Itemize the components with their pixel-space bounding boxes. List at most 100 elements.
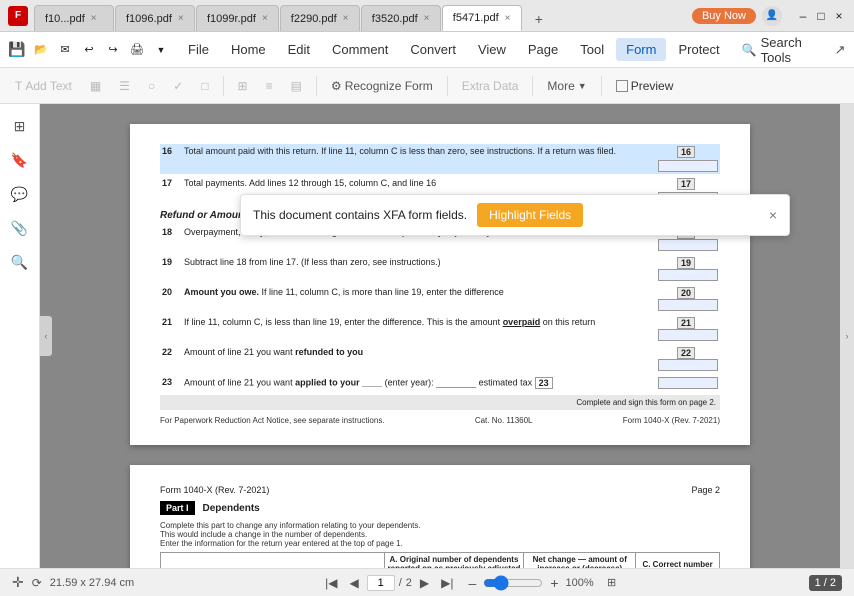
tab-close-f3520[interactable]: × bbox=[424, 13, 430, 24]
minimize-button[interactable]: – bbox=[796, 9, 810, 23]
circle-button[interactable]: ○ bbox=[141, 76, 162, 96]
first-page-button[interactable]: |◀ bbox=[321, 574, 341, 592]
sidebar-right[interactable]: › bbox=[840, 104, 854, 568]
menu-view[interactable]: View bbox=[468, 38, 516, 61]
tab-f1096[interactable]: f1096.pdf × bbox=[115, 5, 195, 31]
line-22-row: 22 Amount of line 21 you want refunded t… bbox=[160, 345, 720, 373]
search-tools-button[interactable]: 🔍 Search Tools bbox=[732, 31, 827, 69]
menu-protect[interactable]: Protect bbox=[668, 38, 729, 61]
last-page-button[interactable]: ▶| bbox=[437, 574, 457, 592]
extra-data-button[interactable]: Extra Data bbox=[455, 76, 526, 96]
paperwork-notice: For Paperwork Reduction Act Notice, see … bbox=[160, 416, 385, 425]
tab-f10pdf[interactable]: f10...pdf × bbox=[34, 5, 114, 31]
check-icon: ✓ bbox=[173, 79, 183, 93]
tab-close-f5471[interactable]: × bbox=[505, 13, 511, 24]
preview-checkbox-icon bbox=[616, 80, 628, 92]
dependents-changes-table: A. Original number of dependents reporte… bbox=[160, 552, 720, 568]
highlight-fields-button[interactable]: Highlight Fields bbox=[477, 203, 583, 227]
quick-access: 💾 📂 ✉ ↩ ↪ 🖨 ▼ bbox=[6, 39, 172, 61]
email-icon[interactable]: ✉ bbox=[54, 39, 76, 61]
dropdown-icon[interactable]: ▼ bbox=[150, 39, 172, 61]
maximize-button[interactable]: □ bbox=[814, 9, 828, 23]
form-ref: Form 1040-X (Rev. 7-2021) bbox=[160, 485, 269, 495]
line-18-input[interactable] bbox=[658, 239, 718, 251]
form-icon-3: ▤ bbox=[291, 79, 302, 93]
more-button[interactable]: More ▼ bbox=[540, 76, 593, 96]
prev-page-button[interactable]: ◀ bbox=[346, 574, 363, 592]
recognize-form-button[interactable]: ⚙ Recognize Form bbox=[324, 76, 440, 96]
line-22-input[interactable] bbox=[658, 359, 718, 371]
tab-f1099r[interactable]: f1099r.pdf × bbox=[196, 5, 279, 31]
expand-icon[interactable]: ↗ bbox=[830, 38, 849, 62]
menu-file[interactable]: File bbox=[178, 38, 219, 61]
tab-close-f1096[interactable]: × bbox=[178, 13, 184, 24]
form-btn-1[interactable]: ⊞ bbox=[231, 76, 255, 96]
tab-close-f2290[interactable]: × bbox=[343, 13, 349, 24]
close-button[interactable]: × bbox=[832, 9, 846, 23]
page-label: Page 2 bbox=[691, 485, 720, 495]
line-16-input[interactable] bbox=[658, 160, 718, 172]
zoom-out-button[interactable]: – bbox=[466, 575, 480, 591]
menu-page[interactable]: Page bbox=[518, 38, 568, 61]
form-btn-2[interactable]: ≡ bbox=[259, 76, 280, 96]
line-20-input[interactable] bbox=[658, 299, 718, 311]
redo-icon[interactable]: ↪ bbox=[102, 39, 124, 61]
sidebar-toggle-button[interactable]: ‹ bbox=[40, 316, 52, 356]
menu-home[interactable]: Home bbox=[221, 38, 276, 61]
sidebar-attachment-icon[interactable]: 📎 bbox=[6, 214, 34, 242]
form-btn-3[interactable]: ▤ bbox=[284, 76, 309, 96]
sidebar-comment-icon[interactable]: 💬 bbox=[6, 180, 34, 208]
line-19-input[interactable] bbox=[658, 269, 718, 281]
page-divider: / bbox=[399, 577, 402, 589]
tab-f3520[interactable]: f3520.pdf × bbox=[361, 5, 441, 31]
pdf-page-2: Form 1040-X (Rev. 7-2021) Page 2 Part I … bbox=[130, 465, 750, 568]
next-page-button[interactable]: ▶ bbox=[416, 574, 433, 592]
part-label: Part I bbox=[160, 501, 195, 515]
check-button[interactable]: ✓ bbox=[166, 76, 190, 96]
fit-page-button[interactable]: ⊞ bbox=[602, 573, 622, 593]
line-21-input[interactable] bbox=[658, 329, 718, 341]
menu-edit[interactable]: Edit bbox=[278, 38, 320, 61]
zoom-in-button[interactable]: + bbox=[547, 575, 561, 591]
line-23-row: 23 Amount of line 21 you want applied to… bbox=[160, 375, 720, 391]
tab-f2290[interactable]: f2290.pdf × bbox=[280, 5, 360, 31]
save-icon[interactable]: 💾 bbox=[6, 39, 28, 61]
separator-3 bbox=[447, 76, 448, 96]
preview-button[interactable]: Preview bbox=[609, 76, 681, 96]
tab-f5471[interactable]: f5471.pdf × bbox=[442, 5, 522, 31]
line-23-input[interactable] bbox=[658, 377, 718, 389]
sidebar-search-icon[interactable]: 🔍 bbox=[6, 248, 34, 276]
select-tool-button[interactable]: ▦ bbox=[83, 76, 108, 96]
tab-close-f10[interactable]: × bbox=[91, 13, 97, 24]
box-icon: □ bbox=[201, 79, 208, 93]
content-area[interactable]: This document contains XFA form fields. … bbox=[40, 104, 840, 568]
title-bar-right: Buy Now 👤 – □ × bbox=[692, 6, 846, 26]
add-tab-button[interactable]: + bbox=[527, 7, 551, 31]
undo-icon[interactable]: ↩ bbox=[78, 39, 100, 61]
pdf-page-1: 16 Total amount paid with this return. I… bbox=[130, 124, 750, 445]
col-netchange-header: Net change — amount of increase or (decr… bbox=[524, 553, 636, 569]
app-icon: F bbox=[8, 6, 28, 26]
menu-tool[interactable]: Tool bbox=[570, 38, 614, 61]
user-icon[interactable]: 👤 bbox=[762, 6, 782, 26]
open-icon[interactable]: 📂 bbox=[30, 39, 52, 61]
separator-5 bbox=[601, 76, 602, 96]
sidebar-pages-icon[interactable]: ⊞ bbox=[6, 112, 34, 140]
sidebar-bookmark-icon[interactable]: 🔖 bbox=[6, 146, 34, 174]
tab-close-f1099r[interactable]: × bbox=[262, 13, 268, 24]
menu-comment[interactable]: Comment bbox=[322, 38, 398, 61]
add-text-button[interactable]: T Add Text bbox=[8, 76, 79, 96]
current-page-input[interactable] bbox=[367, 575, 395, 591]
menu-form[interactable]: Form bbox=[616, 38, 666, 61]
print-icon[interactable]: 🖨 bbox=[126, 39, 148, 61]
zoom-slider[interactable] bbox=[483, 575, 543, 591]
separator-4 bbox=[532, 76, 533, 96]
tabs-container: f10...pdf × f1096.pdf × f1099r.pdf × f22… bbox=[34, 0, 692, 31]
notification-close-icon[interactable]: × bbox=[769, 207, 777, 223]
align-button[interactable]: ☰ bbox=[112, 76, 137, 96]
menu-convert[interactable]: Convert bbox=[400, 38, 466, 61]
buy-now-button[interactable]: Buy Now bbox=[692, 8, 756, 24]
line-16-text: Total amount paid with this return. If l… bbox=[184, 146, 654, 156]
box-button[interactable]: □ bbox=[194, 76, 215, 96]
rotate-icon: ⟳ bbox=[32, 576, 42, 590]
